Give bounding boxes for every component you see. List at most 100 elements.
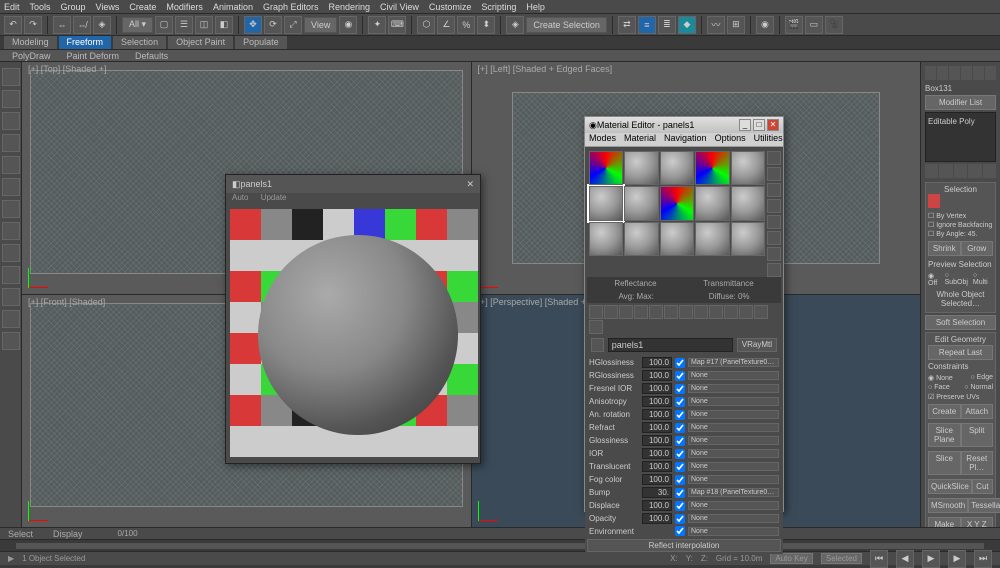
object-name-field[interactable]: Box131 xyxy=(925,84,996,93)
material-name-input[interactable] xyxy=(608,338,733,352)
me-tool-pick[interactable] xyxy=(664,305,678,319)
param-value[interactable]: 100.0 xyxy=(642,357,672,368)
swatch-10[interactable] xyxy=(589,222,623,256)
me-tool-show[interactable] xyxy=(724,305,738,319)
c-face-radio[interactable]: ○ Face xyxy=(928,384,950,391)
subobj-vertex[interactable] xyxy=(928,194,940,208)
render-setup-button[interactable]: 🎬 xyxy=(785,16,803,34)
ignore-backfacing-checkbox[interactable]: ☐ Ignore Backfacing xyxy=(928,221,993,229)
stack-btn-1[interactable] xyxy=(925,164,938,178)
stack-btn-3[interactable] xyxy=(954,164,967,178)
mateditor-max-button[interactable]: □ xyxy=(753,119,765,131)
lt-5[interactable] xyxy=(2,156,20,174)
param-map-button[interactable]: None xyxy=(688,371,779,380)
prev-off-radio[interactable]: ◉ Off xyxy=(928,272,945,287)
menu-animation[interactable]: Animation xyxy=(213,2,253,12)
shrink-button[interactable]: Shrink xyxy=(928,241,961,256)
reflect-interp-rollout[interactable]: Reflect interpolation xyxy=(587,539,781,552)
param-value[interactable]: 100.0 xyxy=(642,474,672,485)
menu-rendering[interactable]: Rendering xyxy=(329,2,371,12)
curve-editor-button[interactable]: 〰 xyxy=(707,16,725,34)
status-display[interactable]: Display xyxy=(53,529,83,539)
param-map-button[interactable]: None xyxy=(688,514,779,523)
vp-top-label[interactable]: [+] [Top] [Shaded +] xyxy=(28,64,107,74)
lt-13[interactable] xyxy=(2,332,20,350)
me-menu-options[interactable]: Options xyxy=(715,133,746,146)
param-value[interactable]: 100.0 xyxy=(642,370,672,381)
param-checkbox[interactable] xyxy=(675,514,685,524)
param-value[interactable]: 100.0 xyxy=(642,513,672,524)
grow-button[interactable]: Grow xyxy=(961,241,994,256)
move-button[interactable]: ✥ xyxy=(244,16,262,34)
subobj-border[interactable] xyxy=(954,194,966,208)
cp-display-tab[interactable] xyxy=(973,66,984,80)
scale-button[interactable]: ⤢ xyxy=(284,16,302,34)
angle-snap-button[interactable]: ∠ xyxy=(437,16,455,34)
timeline-track[interactable] xyxy=(16,543,984,549)
modifier-editable-poly[interactable]: Editable Poly xyxy=(928,117,993,126)
slice-plane-button[interactable]: Slice Plane xyxy=(928,423,961,447)
autokey-button[interactable]: Auto Key xyxy=(770,553,812,564)
param-value[interactable]: 100.0 xyxy=(642,422,672,433)
me-sidebtn-video[interactable] xyxy=(767,215,781,229)
shader-type-button[interactable]: VRayMtl xyxy=(737,338,777,352)
param-map-button[interactable]: Map #17 (PanelTexture001.jpg) xyxy=(688,358,779,367)
swatch-3[interactable] xyxy=(695,151,729,185)
selection-rollout[interactable]: Selection ☐ By Vertex ☐ Ignore Backfacin… xyxy=(925,182,996,313)
prompt-icon[interactable]: ▶ xyxy=(8,554,14,563)
param-checkbox[interactable] xyxy=(675,423,685,433)
menu-scripting[interactable]: Scripting xyxy=(481,2,516,12)
lt-6[interactable] xyxy=(2,178,20,196)
menu-create[interactable]: Create xyxy=(129,2,156,12)
by-angle-checkbox[interactable]: ☐ By Angle: 45. xyxy=(928,230,993,238)
ribbon-modeling[interactable]: Modeling xyxy=(4,36,57,49)
c-none-radio[interactable]: ◉ None xyxy=(928,374,953,382)
make-planar-button[interactable]: Make Planar xyxy=(928,517,961,527)
me-menu-material[interactable]: Material xyxy=(624,133,656,146)
param-checkbox[interactable] xyxy=(675,501,685,511)
selection-filter-dropdown[interactable]: All ▾ xyxy=(122,17,153,33)
me-sidebtn-sample[interactable] xyxy=(767,151,781,165)
lt-3[interactable] xyxy=(2,112,20,130)
preview-close-button[interactable]: ✕ xyxy=(466,179,474,190)
preview-titlebar[interactable]: ◧ panels1 ✕ xyxy=(226,175,480,193)
lt-1[interactable] xyxy=(2,68,20,86)
me-tool-idch[interactable] xyxy=(709,305,723,319)
menu-edit[interactable]: Edit xyxy=(4,2,20,12)
c-normal-radio[interactable]: ○ Normal xyxy=(964,384,993,391)
menu-customize[interactable]: Customize xyxy=(429,2,472,12)
menu-grapheditors[interactable]: Graph Editors xyxy=(263,2,319,12)
swatch-1[interactable] xyxy=(624,151,658,185)
param-checkbox[interactable] xyxy=(675,358,685,368)
param-checkbox[interactable] xyxy=(675,475,685,485)
subribbon-paintdeform[interactable]: Paint Deform xyxy=(59,50,128,61)
swatch-4[interactable] xyxy=(731,151,765,185)
menu-civilview[interactable]: Civil View xyxy=(380,2,419,12)
attach-button[interactable]: Attach xyxy=(961,404,994,419)
param-map-button[interactable]: None xyxy=(688,410,779,419)
selected-key-button[interactable]: Selected xyxy=(821,553,862,564)
modifier-list-dropdown[interactable]: Modifier List xyxy=(925,95,996,110)
play-button[interactable]: ▶ xyxy=(922,550,940,568)
z-coord[interactable]: Z: xyxy=(701,554,708,563)
select-region-button[interactable]: ◫ xyxy=(195,16,213,34)
render-frame-button[interactable]: ▭ xyxy=(805,16,823,34)
me-menu-utilities[interactable]: Utilities xyxy=(754,133,783,146)
swatch-11[interactable] xyxy=(624,222,658,256)
lt-11[interactable] xyxy=(2,288,20,306)
ribbon-populate[interactable]: Populate xyxy=(235,36,287,49)
me-sidebtn-uvtile[interactable] xyxy=(767,199,781,213)
param-checkbox[interactable] xyxy=(675,449,685,459)
me-sidebtn-options[interactable] xyxy=(767,231,781,245)
quickslice-button[interactable]: QuickSlice xyxy=(928,479,972,494)
cp-utilities-tab[interactable] xyxy=(985,66,996,80)
me-tool-assign[interactable] xyxy=(619,305,633,319)
param-checkbox[interactable] xyxy=(675,488,685,498)
lt-12[interactable] xyxy=(2,310,20,328)
param-map-button[interactable]: None xyxy=(688,397,779,406)
render-production-button[interactable]: 🎥 xyxy=(825,16,843,34)
keyboard-button[interactable]: ⌨ xyxy=(388,16,406,34)
param-value[interactable]: 100.0 xyxy=(642,435,672,446)
param-checkbox[interactable] xyxy=(675,371,685,381)
manipulate-button[interactable]: ✦ xyxy=(368,16,386,34)
